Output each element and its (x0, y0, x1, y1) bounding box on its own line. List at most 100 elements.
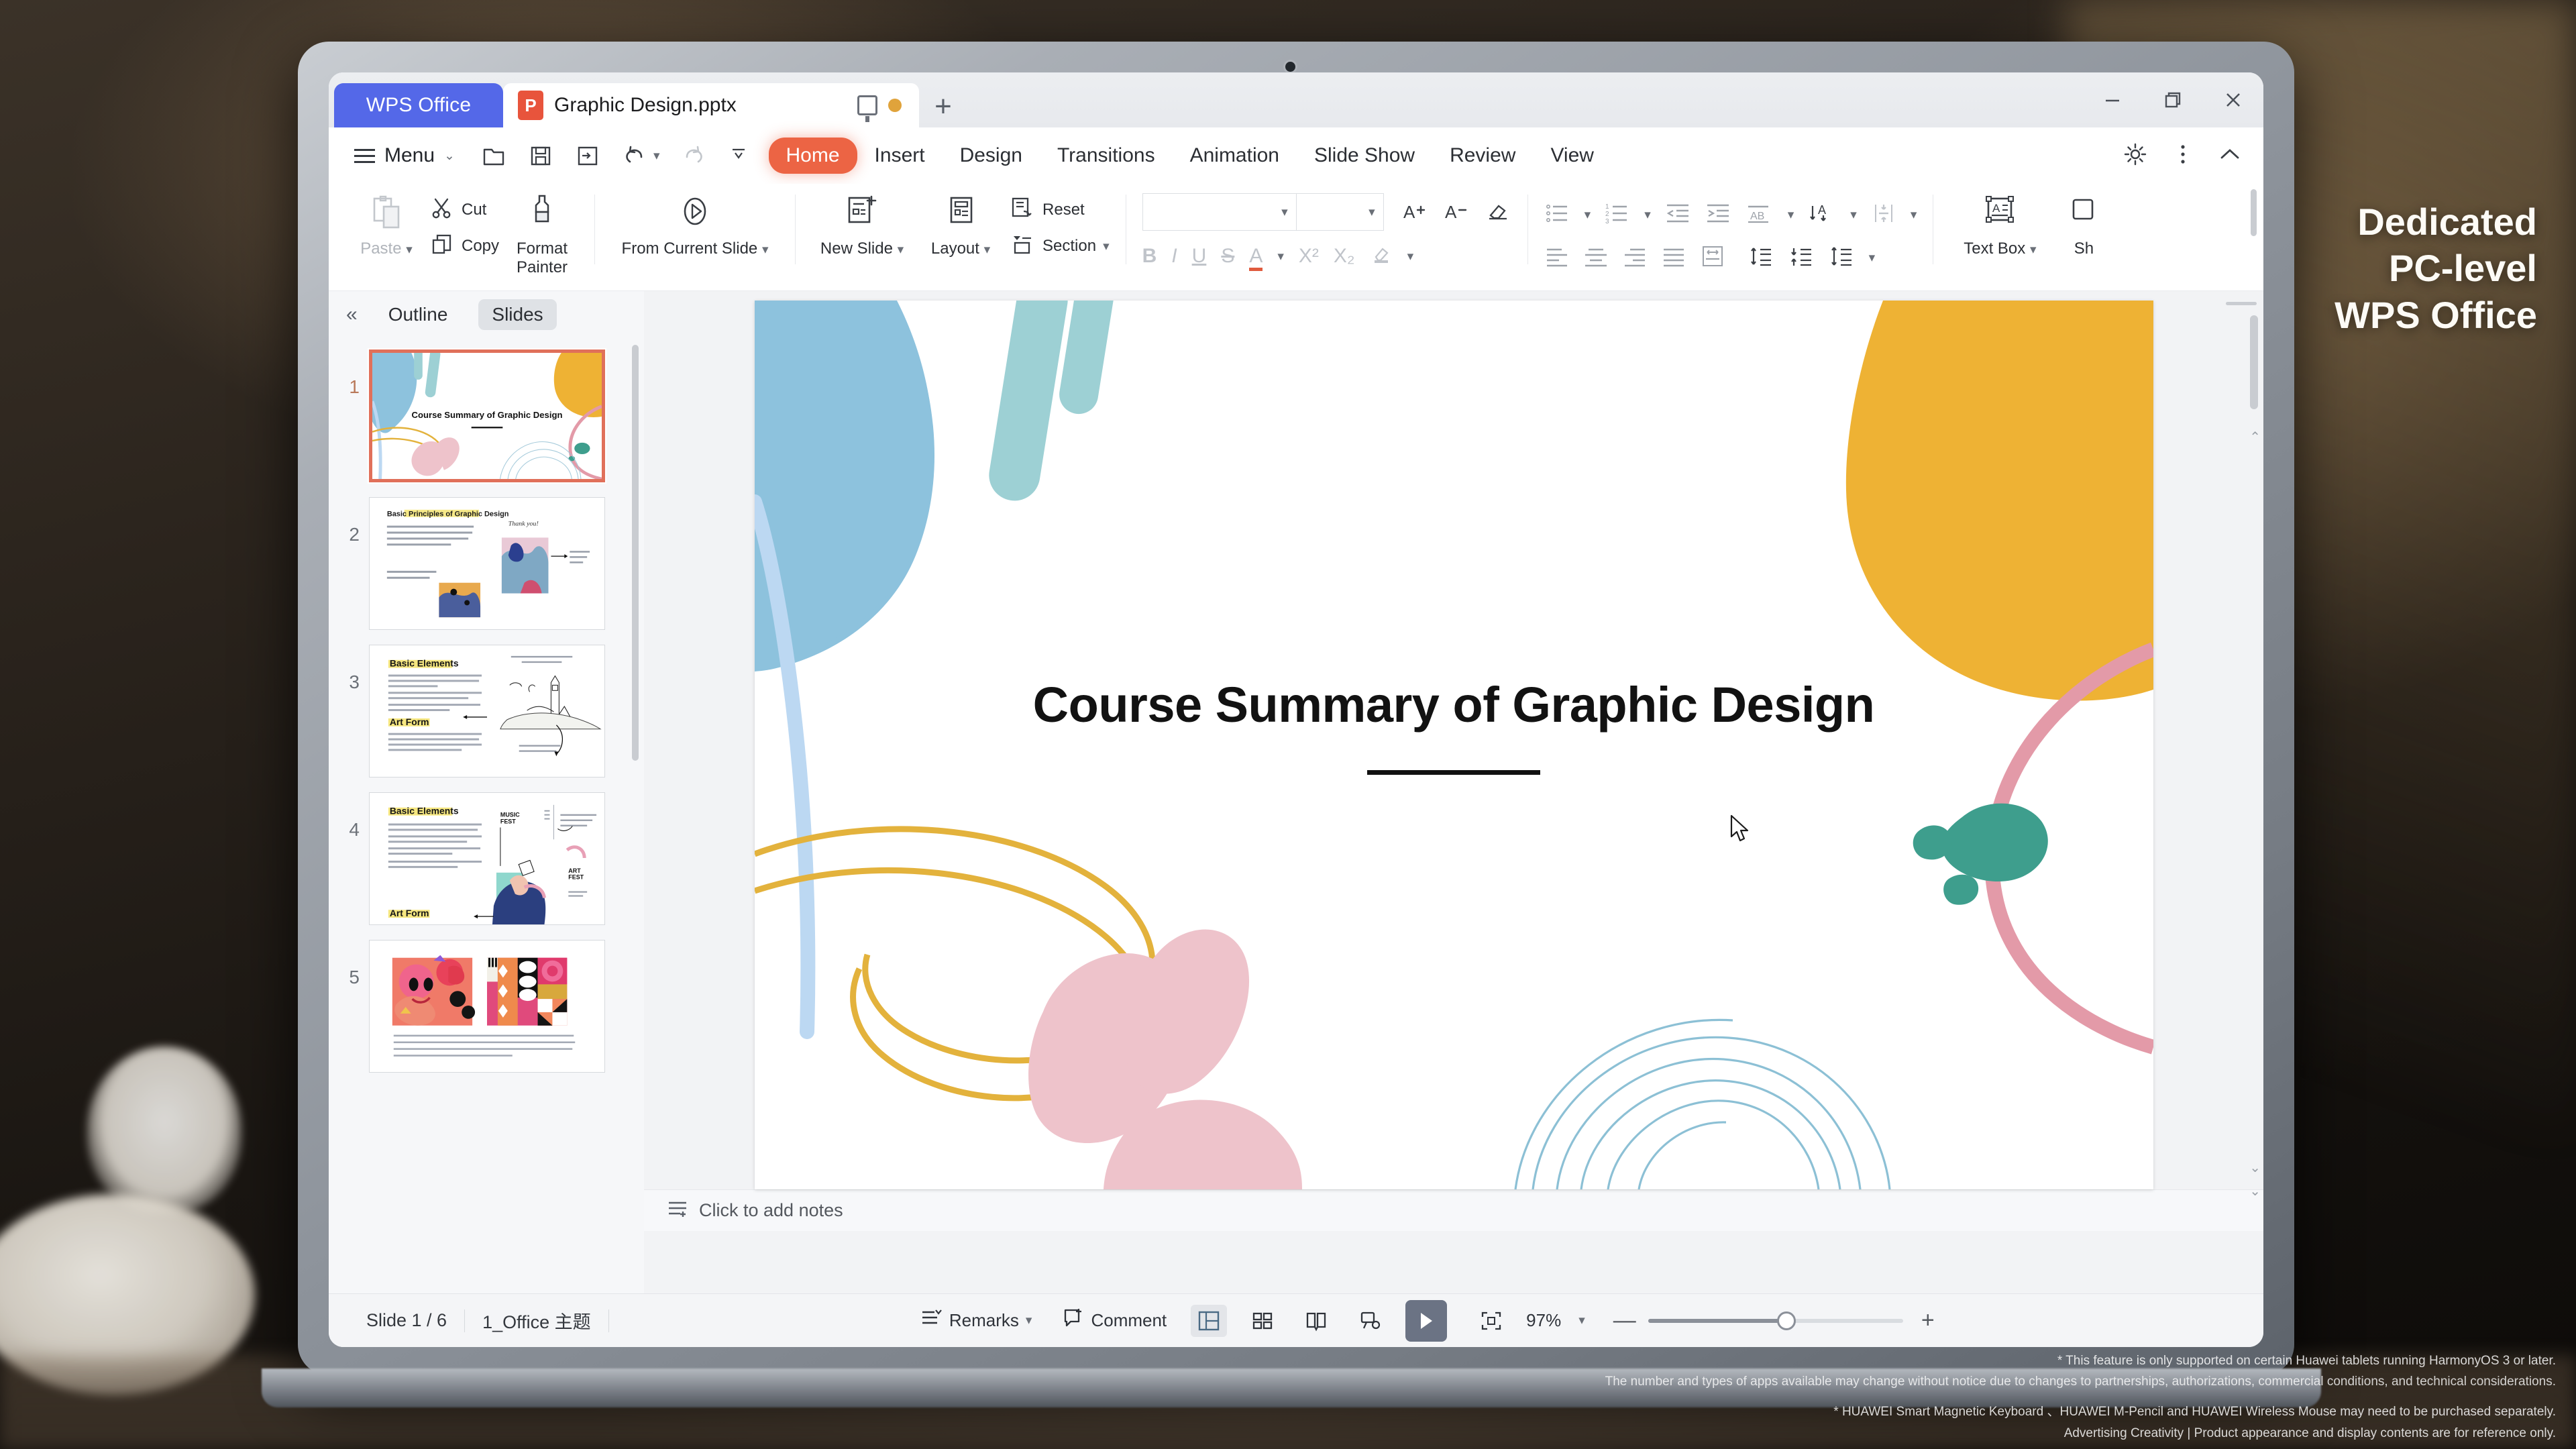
increase-font-size-icon[interactable]: A (1401, 198, 1428, 227)
decrease-font-size-icon[interactable]: A (1443, 198, 1470, 227)
new-slide-button[interactable]: New Slide ▾ (812, 191, 912, 258)
numbered-list-icon[interactable]: 123 (1604, 201, 1631, 229)
more-options-icon[interactable] (2179, 141, 2187, 171)
underline-button[interactable]: U (1192, 245, 1207, 268)
open-folder-icon[interactable] (480, 142, 507, 169)
notes-bar[interactable]: Click to add notes (644, 1189, 2263, 1231)
from-current-slide-button[interactable]: From Current Slide ▾ (611, 191, 779, 258)
font-color-button[interactable]: A (1249, 245, 1263, 271)
tab-slide-show[interactable]: Slide Show (1297, 138, 1432, 174)
list-item[interactable]: 4 Basic Elements Art Form MUSIC FEST ART… (329, 785, 644, 932)
collapse-panel-icon[interactable]: « (346, 303, 358, 326)
new-tab-button[interactable]: + (919, 86, 967, 127)
presenter-view-button[interactable] (1352, 1305, 1388, 1337)
align-left-icon[interactable] (1544, 245, 1570, 271)
cut-button[interactable]: Cut (429, 195, 499, 225)
thumbnail-slide-5[interactable] (369, 940, 605, 1073)
undo-icon[interactable] (621, 142, 648, 169)
thumbnail-slide-4[interactable]: Basic Elements Art Form MUSIC FEST ART F… (369, 792, 605, 925)
save-icon[interactable] (527, 142, 554, 169)
collapse-ribbon-icon[interactable] (2216, 145, 2243, 167)
tab-view[interactable]: View (1533, 138, 1611, 174)
tab-slides[interactable]: Slides (478, 299, 557, 330)
slide-panel-scrollbar[interactable] (632, 345, 640, 1136)
list-item[interactable]: 2 Basic Principles of Graphic Design Tha… (329, 490, 644, 637)
reading-view-button[interactable] (1298, 1305, 1334, 1337)
align-vertical-icon[interactable] (1870, 201, 1897, 229)
normal-view-button[interactable] (1191, 1304, 1228, 1337)
remarks-button[interactable]: Remarks ▾ (914, 1304, 1039, 1337)
line-spacing-chevron-icon[interactable]: ▾ (1869, 250, 1876, 266)
sort-chevron-icon[interactable]: ▾ (1850, 207, 1857, 223)
tab-home[interactable]: Home (768, 138, 857, 174)
superscript-button[interactable]: X² (1299, 245, 1319, 268)
list-item[interactable]: 5 (329, 932, 644, 1080)
zoom-in-button[interactable]: + (1918, 1307, 1938, 1334)
tab-transitions[interactable]: Transitions (1040, 138, 1173, 174)
redo-icon[interactable] (680, 142, 707, 169)
thumbnail-slide-3[interactable]: Basic Elements Art Form (369, 645, 605, 777)
paste-button[interactable]: Paste ▾ (350, 191, 423, 258)
slide-sorter-view-button[interactable] (1244, 1305, 1281, 1337)
layout-button[interactable]: Layout ▾ (919, 191, 1002, 258)
copy-button[interactable]: Copy (429, 231, 499, 262)
theme-name[interactable]: 1_Office 主题 (465, 1307, 608, 1334)
zoom-out-button[interactable]: — (1613, 1307, 1636, 1334)
numbered-list-chevron-icon[interactable]: ▾ (1644, 207, 1651, 223)
slide-title-text[interactable]: Course Summary of Graphic Design (755, 676, 2153, 733)
list-item[interactable]: 3 Basic Elements Art Form (329, 637, 644, 785)
menu-button[interactable]: Menu ⌄ (343, 144, 466, 167)
start-slideshow-button[interactable] (1405, 1299, 1448, 1342)
bullet-list-icon[interactable] (1544, 201, 1571, 229)
text-direction-icon[interactable]: AB (1745, 201, 1774, 229)
slide-thumbnail-list[interactable]: 1 Course Summary of Graphic Design 2 Bas… (329, 338, 644, 1293)
app-home-tab[interactable]: WPS Office (334, 83, 503, 127)
slide-area-top-handle-icon[interactable] (2226, 302, 2257, 305)
tab-design[interactable]: Design (943, 138, 1040, 174)
clear-formatting-icon[interactable] (1485, 198, 1511, 227)
bold-button[interactable]: B (1142, 245, 1157, 268)
italic-button[interactable]: I (1171, 245, 1177, 268)
reset-button[interactable]: Reset (1009, 195, 1110, 225)
presentation-monitor-icon[interactable] (857, 95, 877, 122)
line-spacing-after-icon[interactable] (1788, 244, 1815, 272)
tab-insert[interactable]: Insert (857, 138, 943, 174)
close-window-button[interactable] (2220, 89, 2246, 117)
strikethrough-button[interactable]: S (1221, 245, 1234, 268)
justify-icon[interactable] (1661, 245, 1686, 271)
font-name-select[interactable]: ▾ (1142, 193, 1297, 231)
scroll-down-double-icon[interactable]: ⌄ (2249, 1183, 2261, 1199)
next-slide-icon[interactable]: ⌄ (2249, 1159, 2261, 1176)
tab-review[interactable]: Review (1432, 138, 1533, 174)
sort-icon[interactable]: A (1807, 201, 1837, 229)
line-spacing-icon[interactable] (1829, 244, 1856, 272)
shape-button[interactable]: Sh (2057, 191, 2110, 258)
fit-to-window-button[interactable] (1474, 1307, 1509, 1335)
thumbnail-slide-1[interactable]: Course Summary of Graphic Design (369, 350, 605, 482)
bullet-list-chevron-icon[interactable]: ▾ (1585, 207, 1591, 223)
font-size-select[interactable]: ▾ (1296, 193, 1384, 231)
section-button[interactable]: Section ▾ (1009, 231, 1110, 262)
decrease-indent-icon[interactable] (1664, 201, 1691, 229)
zoom-slider[interactable] (1648, 1311, 1903, 1330)
zoom-slider-handle[interactable] (1776, 1311, 1796, 1330)
current-slide-canvas[interactable]: Course Summary of Graphic Design (754, 301, 2153, 1189)
undo-dropdown-icon[interactable]: ▾ (653, 148, 660, 164)
previous-slide-icon[interactable]: ⌃ (2249, 429, 2261, 445)
text-box-button[interactable]: A Text Box ▾ (1949, 191, 2050, 258)
highlight-chevron-icon[interactable]: ▾ (1407, 249, 1414, 264)
zoom-level-label[interactable]: 97% (1526, 1310, 1561, 1331)
restore-window-button[interactable] (2160, 89, 2186, 117)
line-spacing-before-icon[interactable] (1748, 244, 1775, 272)
highlight-button[interactable] (1370, 242, 1393, 270)
thumbnail-slide-2[interactable]: Basic Principles of Graphic Design Thank… (369, 497, 605, 630)
tab-animation[interactable]: Animation (1173, 138, 1297, 174)
align-vertical-chevron-icon[interactable]: ▾ (1911, 207, 1917, 223)
minimize-button[interactable] (2100, 89, 2125, 117)
list-item[interactable]: 1 Course Summary of Graphic Design (329, 342, 644, 490)
customize-quick-access-icon[interactable] (727, 142, 754, 169)
comment-button[interactable]: Comment (1056, 1303, 1173, 1338)
increase-indent-icon[interactable] (1705, 201, 1731, 229)
save-as-icon[interactable] (574, 142, 601, 169)
gear-icon[interactable] (2121, 140, 2149, 172)
